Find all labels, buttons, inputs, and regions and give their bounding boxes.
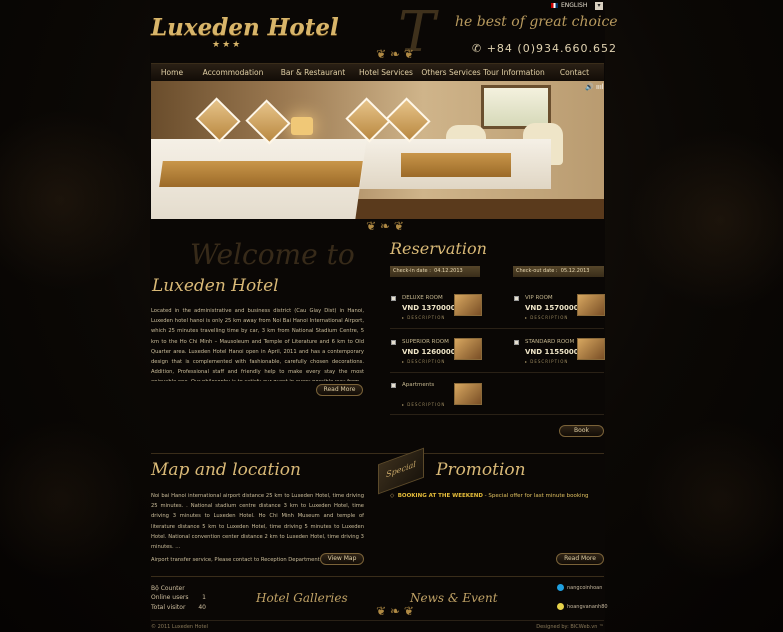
book-button[interactable]: Book (559, 425, 604, 437)
bottom-bar: © 2011 Luxeden Hotel Designed by: BICWeb… (151, 620, 604, 632)
skype-id: nangcoinhoan (567, 584, 603, 591)
footer-divider (151, 576, 604, 577)
hotel-logo[interactable]: Luxeden Hotel (151, 14, 339, 41)
room-description-link[interactable]: ▸ DESCRIPTION (402, 359, 445, 364)
room-name: SUPERIOR ROOM (402, 339, 449, 345)
room-separator (390, 328, 604, 329)
map-text: Noi bai Hanoi international airport dist… (151, 493, 364, 548)
map-title: Map and location (151, 460, 301, 480)
room-price: VND 1260000 (402, 348, 456, 356)
nav-contact[interactable]: Contact (545, 64, 604, 81)
slogan: he best of great choice (455, 14, 618, 30)
total-visitor-value: 40 (198, 604, 206, 611)
view-map-button[interactable]: View Map (320, 553, 364, 565)
section-divider (151, 453, 604, 454)
designer-credit[interactable]: Designed by: BICWeb.vn ™ (536, 624, 604, 630)
room-separator (390, 414, 604, 415)
checkout-value: 05.12.2013 (560, 268, 590, 274)
room-thumbnail[interactable] (454, 294, 482, 316)
checkin-value: 04.12.2013 (434, 268, 463, 274)
room-checkbox[interactable] (514, 340, 519, 345)
room-thumbnail[interactable] (454, 338, 482, 360)
room-checkbox[interactable] (391, 383, 396, 388)
room-option-apartments: Apartments ▸ DESCRIPTION (391, 381, 491, 411)
nav-bar-restaurant[interactable]: Bar & Restaurant (273, 64, 353, 81)
room-checkbox[interactable] (391, 340, 396, 345)
room-price: VND 1155000 (525, 348, 579, 356)
promotion-item-text: - Special offer for last minute booking (482, 493, 589, 499)
online-users-value: 1 (202, 594, 206, 601)
room-thumbnail[interactable] (454, 383, 482, 405)
skype-icon (557, 584, 564, 591)
nav-accommodation[interactable]: Accommodation (193, 64, 273, 81)
nav-home[interactable]: Home (151, 64, 193, 81)
uk-flag-icon (551, 3, 558, 8)
room-description-link[interactable]: ▸ DESCRIPTION (525, 315, 568, 320)
room-price: VND 1370000 (402, 304, 456, 312)
yahoo-id: hoangvananh80 (567, 603, 608, 610)
promotion-item-title: BOOKING AT THE WEEKEND (397, 493, 483, 499)
room-separator (390, 372, 604, 373)
promotion-title: Promotion (436, 460, 526, 480)
room-option-superior: SUPERIOR ROOM VND 1260000 ▸ DESCRIPTION (391, 338, 491, 368)
room-name: STANDARD ROOM (525, 339, 575, 345)
nav-tour-information[interactable]: Tour Information (483, 64, 545, 81)
star-rating: ★★★ (212, 40, 243, 50)
room-thumbnail[interactable] (577, 294, 605, 316)
room-name: Apartments (402, 382, 435, 388)
online-users-label: Online users (151, 594, 189, 601)
news-event-link[interactable]: News & Event (410, 591, 498, 605)
room-name: DELUXE ROOM (402, 295, 443, 301)
copyright-text: © 2011 Luxeden Hotel (151, 624, 208, 630)
language-selector[interactable]: ENGLISH (551, 2, 587, 9)
room-option-standard: STANDARD ROOM VND 1155000 ▸ DESCRIPTION (514, 338, 614, 368)
promotion-item[interactable]: ◇ BOOKING AT THE WEEKEND - Special offer… (390, 493, 589, 499)
counter-title: Bộ Counter (151, 585, 185, 592)
visitor-counter: Bộ Counter Online users 1 Total visitor 40 (151, 584, 206, 613)
main-nav: Home Accommodation Bar & Restaurant Hote… (151, 63, 604, 81)
room-thumbnail[interactable] (577, 338, 605, 360)
hotline: ✆ +84 (0)934.660.652 (472, 42, 617, 55)
header-ornament: ❦ ❧ ❦ (376, 47, 414, 61)
nav-other-services[interactable]: Others Services (419, 64, 483, 81)
room-price: VND 1570000 (525, 304, 579, 312)
bullet-icon: ◇ (390, 493, 395, 499)
room-name: VIP ROOM (525, 295, 553, 301)
yahoo-contact[interactable]: hoangvananh80 (557, 603, 608, 610)
room-checkbox[interactable] (391, 296, 396, 301)
reservation-title: Reservation (390, 239, 487, 258)
language-label: ENGLISH (561, 2, 588, 9)
promotion-read-more-button[interactable]: Read More (556, 553, 604, 565)
checkout-label: Check-out date (516, 268, 555, 274)
room-description-link[interactable]: ▸ DESCRIPTION (402, 402, 445, 407)
welcome-ghost-title: Welcome to (190, 238, 355, 271)
room-description-link[interactable]: ▸ DESCRIPTION (402, 315, 445, 320)
map-transfer-text: Airport transfer service, Please contact… (151, 557, 322, 563)
hero-banner-image (151, 81, 604, 219)
checkin-label: Check-in date (393, 268, 428, 274)
nav-hotel-services[interactable]: Hotel Services (353, 64, 419, 81)
skype-contact[interactable]: nangcoinhoan (557, 584, 602, 591)
volume-icon[interactable]: 🔊 ıııl (585, 83, 604, 91)
room-description-link[interactable]: ▸ DESCRIPTION (525, 359, 568, 364)
hotel-galleries-link[interactable]: Hotel Galleries (256, 591, 348, 605)
welcome-read-more-button[interactable]: Read More (316, 384, 363, 396)
total-visitor-label: Total visitor (151, 604, 186, 611)
checkout-date-field[interactable]: Check-out date : 05.12.2013 (513, 266, 604, 277)
checkin-date-field[interactable]: Check-in date : 04.12.2013 (390, 266, 480, 277)
welcome-text: Located in the administrative and busine… (151, 308, 364, 381)
yahoo-icon (557, 603, 564, 610)
room-option-deluxe: DELUXE ROOM VND 1370000 ▸ DESCRIPTION (391, 294, 491, 324)
hero-ornament: ❦ ❧ ❦ (366, 219, 404, 233)
welcome-title: Luxeden Hotel (152, 276, 279, 296)
room-checkbox[interactable] (514, 296, 519, 301)
dropdown-arrow-icon[interactable]: ▾ (595, 2, 603, 10)
footer-ornament: ❦ ❧ ❦ (376, 604, 414, 618)
room-option-vip: VIP ROOM VND 1570000 ▸ DESCRIPTION (514, 294, 614, 324)
